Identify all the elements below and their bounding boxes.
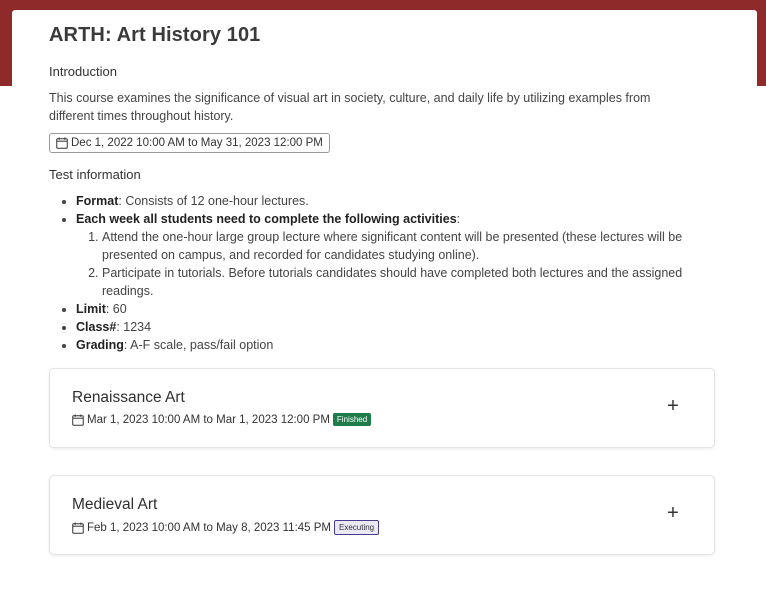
format-value: : Consists of 12 one-hour lectures.: [118, 194, 309, 208]
module-title: Renaissance Art: [72, 389, 185, 406]
calendar-icon: [72, 522, 84, 534]
plus-icon[interactable]: +: [664, 396, 682, 416]
list-item: Format: Consists of 12 one-hour lectures…: [76, 192, 757, 210]
module-medieval-art[interactable]: Medieval Art Feb 1, 2023 10:00 AM to May…: [49, 475, 715, 555]
module-date-range: Feb 1, 2023 10:00 AM to May 8, 2023 11:4…: [72, 520, 380, 535]
status-badge: Finished: [332, 413, 372, 426]
introduction-text: This course examines the significance of…: [49, 91, 651, 123]
status-badge: Executing: [334, 520, 380, 535]
test-information-heading: Test information: [49, 167, 141, 182]
course-date-text: Dec 1, 2022 10:00 AM to May 31, 2023 12:…: [71, 137, 323, 149]
list-item: Each week all students need to complete …: [76, 210, 757, 300]
activities-label: Each week all students need to complete …: [76, 212, 457, 226]
grading-label: Grading: [76, 338, 124, 352]
module-date-range: Mar 1, 2023 10:00 AM to Mar 1, 2023 12:0…: [72, 413, 372, 426]
activities-colon: :: [456, 212, 461, 226]
format-label: Format: [76, 194, 119, 208]
list-item: Class#: 1234: [76, 318, 757, 336]
introduction-heading: Introduction: [49, 64, 117, 79]
module-renaissance-art[interactable]: Renaissance Art Mar 1, 2023 10:00 AM to …: [49, 368, 715, 448]
activity-item: Participate in tutorials. Before tutoria…: [102, 264, 722, 300]
class-value: : 1234: [116, 320, 152, 334]
plus-icon[interactable]: +: [664, 503, 682, 523]
list-item: Limit: 60: [76, 300, 757, 318]
activity-item: Attend the one-hour large group lecture …: [102, 228, 722, 264]
calendar-icon: [56, 137, 68, 149]
limit-value: : 60: [105, 302, 127, 316]
course-date-range: Dec 1, 2022 10:00 AM to May 31, 2023 12:…: [49, 133, 330, 153]
class-label: Class#: [76, 320, 117, 334]
grading-value: : A-F scale, pass/fail option: [123, 338, 274, 352]
module-title: Medieval Art: [72, 496, 158, 513]
activities-list: Attend the one-hour large group lecture …: [76, 228, 722, 300]
list-item: Grading: A-F scale, pass/fail option: [76, 336, 757, 354]
module-date-text: Feb 1, 2023 10:00 AM to May 8, 2023 11:4…: [87, 521, 331, 534]
test-info-list: Format: Consists of 12 one-hour lectures…: [49, 192, 757, 354]
limit-label: Limit: [76, 302, 106, 316]
course-card: ARTH: Art History 101 Introduction This …: [12, 10, 757, 590]
page-title: ARTH: Art History 101: [49, 24, 261, 46]
module-date-text: Mar 1, 2023 10:00 AM to Mar 1, 2023 12:0…: [87, 413, 330, 426]
calendar-icon: [72, 414, 84, 426]
